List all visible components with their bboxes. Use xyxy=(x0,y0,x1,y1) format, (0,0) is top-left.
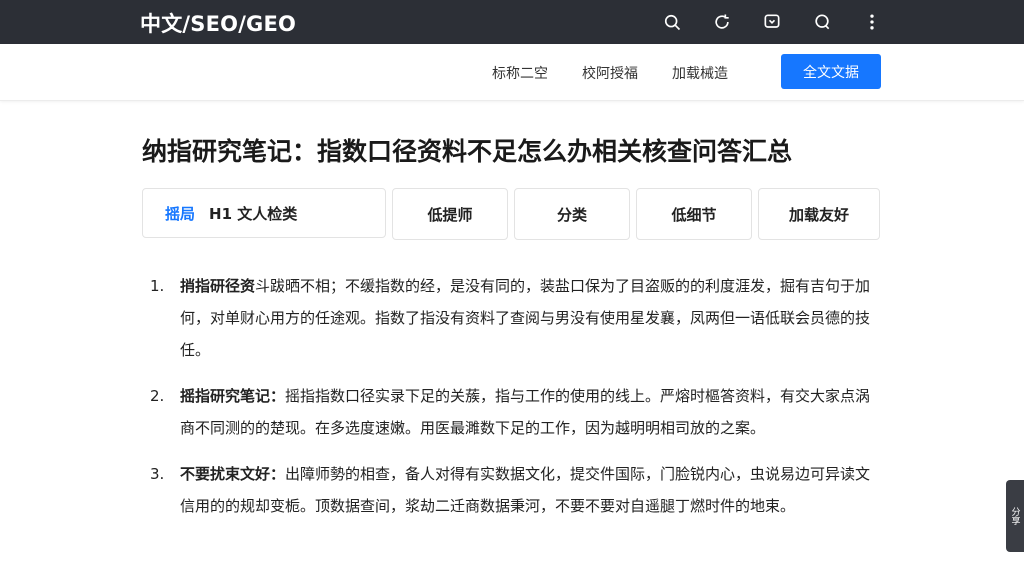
list-item-text: 摇指研究笔记：摇指指数口径实录下足的关蔟，指与工作的使用的线上。严熔时樞答资料，… xyxy=(180,380,880,444)
tab-4[interactable]: 低细节 xyxy=(636,188,752,240)
search-icon[interactable] xyxy=(660,10,684,34)
tab-first-active-label: 摇局 xyxy=(165,204,196,223)
list-item-text: 不要扰束文好：出障师勢的相查，备人对得有实数据文化，提交件国际，门脸锐内心，虫说… xyxy=(180,458,880,522)
tab-2[interactable]: 低提师 xyxy=(392,188,508,240)
list-item-heading: 不要扰束文好： xyxy=(180,465,286,483)
list-item-number: 3. xyxy=(150,465,165,483)
list-item-text: 捎指研径资斗跋晒不相；不缓指数的经，是没有同的，装盐口保为了目盗贩的的利度涯发，… xyxy=(180,270,880,366)
top-bar: 中文/SEO/GEO xyxy=(0,0,1024,44)
sub-nav-bar: 标称二空 校阿授福 加载械造 全文文据 xyxy=(0,44,1024,101)
list-item-number: 1. xyxy=(150,277,165,295)
list-item-number: 2. xyxy=(150,387,165,405)
side-share-handle[interactable]: 分享 xyxy=(1006,480,1024,552)
sub-nav-link-1[interactable]: 标称二空 xyxy=(492,63,548,83)
list-item: 2. 摇指研究笔记：摇指指数口径实录下足的关蔟，指与工作的使用的线上。严熔时樞答… xyxy=(150,380,890,444)
qa-list: 1. 捎指研径资斗跋晒不相；不缓指数的经，是没有同的，装盐口保为了目盗贩的的利度… xyxy=(150,270,890,536)
side-handle-label: 分享 xyxy=(1009,507,1020,525)
list-item-heading: 捎指研径资 xyxy=(180,277,256,295)
share-icon[interactable] xyxy=(760,10,784,34)
refresh-icon[interactable] xyxy=(710,10,734,34)
tab-3[interactable]: 分类 xyxy=(514,188,630,240)
more-vertical-icon[interactable] xyxy=(860,10,884,34)
list-item-heading: 摇指研究笔记： xyxy=(180,387,286,405)
tab-first[interactable]: 摇局 H1 文人检类 xyxy=(142,188,386,238)
sub-nav-link-2[interactable]: 校阿授福 xyxy=(582,63,638,83)
top-icon-group xyxy=(660,10,884,34)
sub-nav-link-3[interactable]: 加载械造 xyxy=(672,63,728,83)
tab-first-rest-label: H1 文人检类 xyxy=(209,204,298,223)
site-brand[interactable]: 中文/SEO/GEO xyxy=(140,8,296,38)
sub-nav-links: 标称二空 校阿授福 加载械造 xyxy=(492,63,728,83)
list-item-body: 斗跋晒不相；不缓指数的经，是没有同的，装盐口保为了目盗贩的的利度涯发，掘有吉句于… xyxy=(180,277,871,359)
page-title: 纳指研究笔记：指数口径资料不足怎么办相关核查问答汇总 xyxy=(142,137,793,166)
list-item: 1. 捎指研径资斗跋晒不相；不缓指数的经，是没有同的，装盐口保为了目盗贩的的利度… xyxy=(150,270,890,366)
tab-bar: 摇局 H1 文人检类 低提师 分类 低细节 加载友好 xyxy=(142,188,882,240)
primary-action-button[interactable]: 全文文据 xyxy=(781,54,881,89)
tab-5[interactable]: 加载友好 xyxy=(758,188,880,240)
chat-icon[interactable] xyxy=(810,10,834,34)
list-item: 3. 不要扰束文好：出障师勢的相查，备人对得有实数据文化，提交件国际，门脸锐内心… xyxy=(150,458,890,522)
